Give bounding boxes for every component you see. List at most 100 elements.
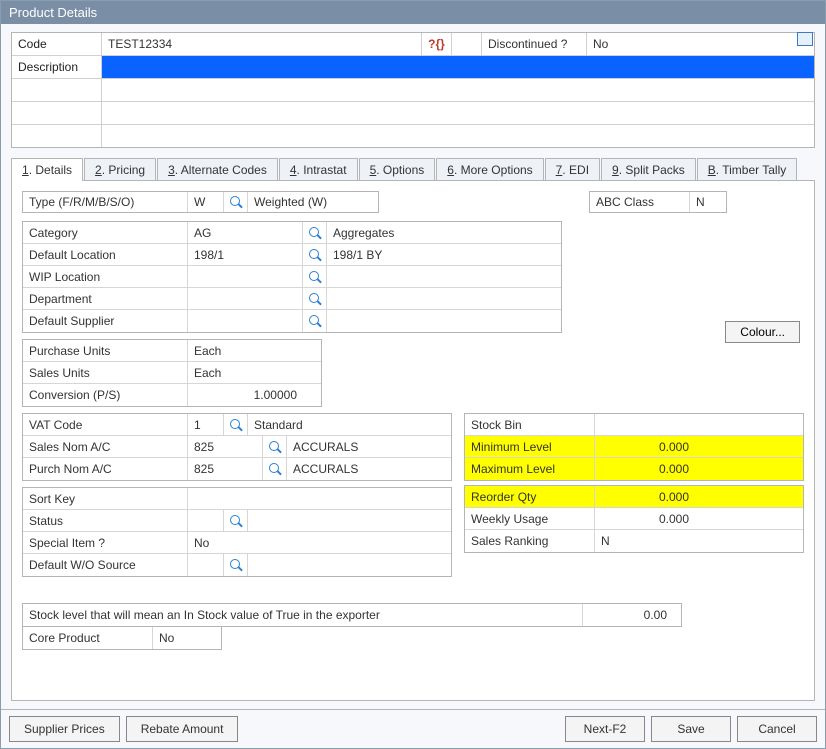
reorder-qty-label: Reorder Qty — [465, 486, 595, 507]
wip-location-label: WIP Location — [23, 266, 188, 287]
tab-details[interactable]: 1. Details — [11, 158, 83, 181]
search-icon — [230, 515, 242, 527]
weekly-usage-value[interactable]: 0.000 — [595, 508, 695, 529]
tab-alternate-codes[interactable]: 3. Alternate Codes — [157, 158, 278, 181]
search-icon — [309, 271, 321, 283]
default-supplier-search[interactable] — [303, 310, 327, 332]
stock-bin-value[interactable] — [595, 414, 803, 435]
colour-button[interactable]: Colour... — [725, 321, 800, 343]
cancel-button[interactable]: Cancel — [737, 716, 817, 742]
sales-units-label: Sales Units — [23, 362, 188, 383]
help-icon[interactable]: ?{} — [422, 33, 452, 55]
sales-units-value[interactable]: Each — [188, 362, 303, 383]
default-wo-label: Default W/O Source — [23, 554, 188, 576]
default-supplier-label: Default Supplier — [23, 310, 188, 332]
search-icon — [309, 249, 321, 261]
type-code[interactable]: W — [188, 192, 224, 212]
properties-icon[interactable] — [797, 32, 813, 46]
status-label: Status — [23, 510, 188, 531]
default-wo-search[interactable] — [224, 554, 248, 576]
tab-edi[interactable]: 7. EDI — [545, 158, 600, 181]
rebate-amount-button[interactable]: Rebate Amount — [126, 716, 239, 742]
min-level-value[interactable]: 0.000 — [595, 436, 695, 457]
default-location-search[interactable] — [303, 244, 327, 265]
search-icon — [309, 227, 321, 239]
wip-location-search[interactable] — [303, 266, 327, 287]
footer-bar: Supplier Prices Rebate Amount Next-F2 Sa… — [1, 709, 825, 748]
category-desc: Aggregates — [327, 222, 561, 243]
search-icon — [269, 441, 281, 453]
supplier-prices-button[interactable]: Supplier Prices — [9, 716, 120, 742]
reorder-qty-value[interactable]: 0.000 — [595, 486, 695, 507]
department-search[interactable] — [303, 288, 327, 309]
default-location-desc: 198/1 BY — [327, 244, 561, 265]
description-value[interactable] — [102, 56, 814, 78]
tab-timber-tally[interactable]: B. Timber Tally — [697, 158, 797, 181]
stock-level-label: Stock level that will mean an In Stock v… — [23, 604, 583, 626]
default-supplier-value[interactable] — [188, 310, 303, 332]
purch-nom-desc: ACCURALS — [287, 458, 451, 480]
weekly-usage-label: Weekly Usage — [465, 508, 595, 529]
vat-code-value[interactable]: 1 — [188, 414, 224, 435]
default-location-value[interactable]: 198/1 — [188, 244, 303, 265]
tab-pricing[interactable]: 2. Pricing — [84, 158, 156, 181]
core-product-label: Core Product — [23, 627, 153, 649]
search-icon — [230, 196, 242, 208]
core-product-value[interactable]: No — [153, 627, 180, 649]
search-icon — [269, 463, 281, 475]
max-level-label: Maximum Level — [465, 458, 595, 480]
department-value[interactable] — [188, 288, 303, 309]
default-location-label: Default Location — [23, 244, 188, 265]
sales-nom-label: Sales Nom A/C — [23, 436, 188, 457]
tab-options[interactable]: 5. Options — [359, 158, 436, 181]
sales-ranking-value[interactable]: N — [595, 530, 625, 552]
status-value[interactable] — [188, 510, 224, 531]
category-value[interactable]: AG — [188, 222, 303, 243]
content-area: Code TEST12334 ?{} Discontinued ? No Des… — [1, 24, 825, 709]
save-button[interactable]: Save — [651, 716, 731, 742]
status-search[interactable] — [224, 510, 248, 531]
conversion-label: Conversion (P/S) — [23, 384, 188, 406]
purch-nom-value[interactable]: 825 — [188, 458, 263, 480]
discontinued-label: Discontinued ? — [482, 33, 587, 55]
description-label: Description — [12, 56, 102, 78]
next-button[interactable]: Next-F2 — [565, 716, 645, 742]
code-label: Code — [12, 33, 102, 55]
code-value[interactable]: TEST12334 — [102, 33, 422, 55]
category-search[interactable] — [303, 222, 327, 243]
product-details-window: Product Details Code TEST12334 ?{} Disco… — [0, 0, 826, 749]
stock-level-value[interactable]: 0.00 — [583, 604, 673, 626]
vat-code-label: VAT Code — [23, 414, 188, 435]
vat-code-desc: Standard — [248, 414, 451, 435]
tab-split-packs[interactable]: 9. Split Packs — [601, 158, 696, 181]
vat-code-search[interactable] — [224, 414, 248, 435]
department-label: Department — [23, 288, 188, 309]
sort-key-label: Sort Key — [23, 488, 188, 509]
wip-location-value[interactable] — [188, 266, 303, 287]
abc-value[interactable]: N — [690, 192, 726, 212]
purchase-units-value[interactable]: Each — [188, 340, 303, 361]
sales-nom-search[interactable] — [263, 436, 287, 457]
discontinued-value[interactable]: No — [587, 33, 622, 55]
special-item-value[interactable]: No — [188, 532, 224, 553]
sales-nom-desc: ACCURALS — [287, 436, 451, 457]
tab-more-options[interactable]: 6. More Options — [436, 158, 543, 181]
header-grid: Code TEST12334 ?{} Discontinued ? No Des… — [11, 32, 815, 148]
special-item-label: Special Item ? — [23, 532, 188, 553]
sort-key-value[interactable] — [188, 488, 451, 509]
type-label: Type (F/R/M/B/S/O) — [23, 192, 188, 212]
sales-nom-value[interactable]: 825 — [188, 436, 263, 457]
type-desc: Weighted (W) — [248, 192, 378, 212]
conversion-value[interactable]: 1.00000 — [188, 384, 303, 406]
max-level-value[interactable]: 0.000 — [595, 458, 695, 480]
type-search[interactable] — [224, 192, 248, 212]
search-icon — [309, 293, 321, 305]
search-icon — [230, 559, 242, 571]
tab-strip: 1. Details 2. Pricing 3. Alternate Codes… — [11, 158, 815, 181]
purch-nom-label: Purch Nom A/C — [23, 458, 188, 480]
purch-nom-search[interactable] — [263, 458, 287, 480]
tab-intrastat[interactable]: 4. Intrastat — [279, 158, 358, 181]
search-icon — [230, 419, 242, 431]
category-label: Category — [23, 222, 188, 243]
default-wo-value[interactable] — [188, 554, 224, 576]
